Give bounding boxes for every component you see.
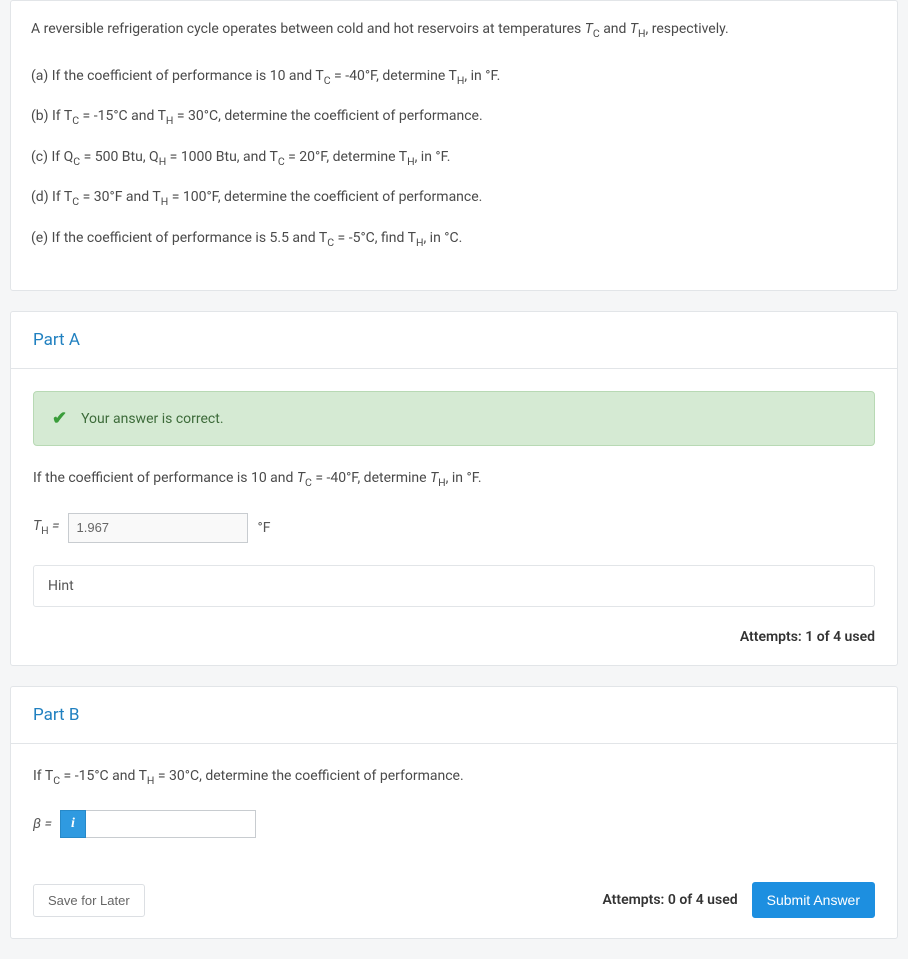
part-a-card: Part A ✔ Your answer is correct. If the … — [10, 311, 898, 666]
unit-label: °F — [248, 520, 281, 536]
submit-answer-button[interactable]: Submit Answer — [752, 882, 875, 918]
part-a-answer-input[interactable] — [68, 513, 248, 543]
subpart-b: (b) If TC = -15°C and TH = 30°C, determi… — [31, 106, 877, 129]
part-b-header: Part B — [11, 687, 897, 744]
info-icon[interactable]: i — [60, 810, 86, 838]
part-b-answer-row: β = i — [33, 810, 875, 838]
subpart-d: (d) If TC = 30°F and TH = 100°F, determi… — [31, 187, 877, 210]
subpart-a: (a) If the coefficient of performance is… — [31, 66, 877, 89]
save-for-later-button[interactable]: Save for Later — [33, 884, 145, 917]
part-b-answer-input[interactable] — [86, 810, 256, 838]
text: A reversible refrigeration cycle operate… — [31, 21, 585, 37]
problem-statement-card: A reversible refrigeration cycle operate… — [10, 0, 898, 291]
answer-label: TH = — [33, 518, 60, 537]
part-b-question: If TC = -15°C and TH = 30°C, determine t… — [33, 766, 875, 789]
feedback-text: Your answer is correct. — [81, 411, 223, 427]
var-th: T — [630, 21, 638, 37]
beta-label: β = — [33, 816, 52, 832]
part-a-attempts: Attempts: 1 of 4 used — [11, 629, 897, 665]
subpart-c: (c) If QC = 500 Btu, QH = 1000 Btu, and … — [31, 147, 877, 170]
part-a-header: Part A — [11, 312, 897, 369]
problem-intro: A reversible refrigeration cycle operate… — [31, 19, 877, 42]
part-b-attempts: Attempts: 0 of 4 used — [602, 892, 737, 908]
feedback-correct: ✔ Your answer is correct. — [33, 391, 875, 446]
checkmark-icon: ✔ — [52, 408, 67, 429]
part-a-question: If the coefficient of performance is 10 … — [33, 468, 875, 491]
var-tc: T — [585, 21, 593, 37]
subpart-e: (e) If the coefficient of performance is… — [31, 228, 877, 251]
hint-toggle[interactable]: Hint — [33, 565, 875, 607]
part-b-card: Part B If TC = -15°C and TH = 30°C, dete… — [10, 686, 898, 940]
answer-row: TH = °F — [33, 513, 875, 543]
